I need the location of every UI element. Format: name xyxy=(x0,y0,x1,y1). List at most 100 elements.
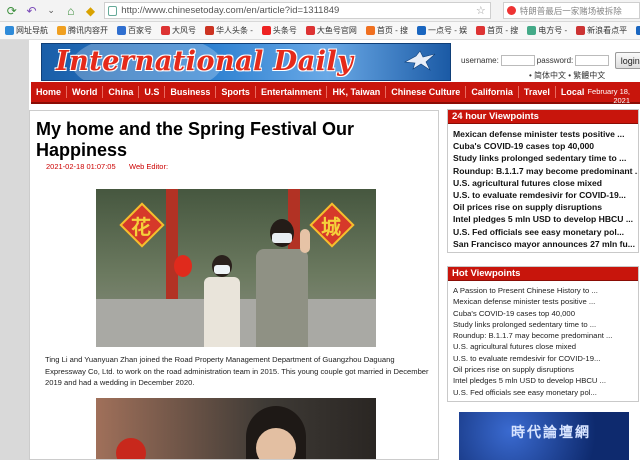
password-label: password: xyxy=(536,56,574,65)
nav-date: February 18, 2021 xyxy=(587,87,630,105)
page-icon xyxy=(108,5,118,16)
nav-item[interactable]: World xyxy=(67,86,104,98)
hot-viewpoint-link[interactable]: Roundup: B.1.1.7 may become predominant … xyxy=(448,330,638,341)
viewpoints-title: 24 hour Viewpoints xyxy=(448,110,638,124)
article-editor: Web Editor: xyxy=(129,162,169,171)
hot-viewpoint-link[interactable]: A Passion to Present Chinese History to … xyxy=(448,285,638,296)
bookmark-label: 电方号 - xyxy=(538,26,568,35)
nav-item[interactable]: Travel xyxy=(519,86,556,98)
bookmark-icon xyxy=(636,26,640,35)
refresh-icon[interactable]: ⟳ xyxy=(4,3,20,19)
viewpoints-list: Mexican defense minister tests positive … xyxy=(448,124,638,250)
address-bar[interactable]: http://www.chinesetoday.com/en/article?i… xyxy=(104,2,491,19)
hot-viewpoint-link[interactable]: Cuba's COVID-19 cases top 40,000 xyxy=(448,308,638,319)
site-logo-text: International Daily xyxy=(56,46,354,77)
site-logo-banner[interactable]: International Daily xyxy=(41,43,451,81)
viewpoint-link[interactable]: Roundup: B.1.1.7 may become predominant … xyxy=(448,165,638,177)
nav-item[interactable]: Sports xyxy=(216,86,256,98)
viewpoint-link[interactable]: Study links prolonged sedentary time to … xyxy=(448,152,638,164)
article-photo[interactable]: 花 城 xyxy=(96,189,376,347)
viewpoints-panel: 24 hour Viewpoints Mexican defense minis… xyxy=(447,109,639,253)
viewpoint-link[interactable]: Oil prices rise on supply disruptions xyxy=(448,201,638,213)
bookmark-icon xyxy=(5,26,14,35)
bookmark-item[interactable]: 华人头条 - xyxy=(205,25,253,36)
hot-viewpoints-title: Hot Viewpoints xyxy=(448,267,638,281)
username-input[interactable] xyxy=(500,55,535,66)
bookmark-label: 头条号 xyxy=(272,26,297,35)
nav-item[interactable]: HK, Taiwan xyxy=(327,86,387,98)
bookmark-item[interactable]: 首页 - 搜 xyxy=(365,25,408,36)
sign-left-char: 花 xyxy=(131,217,151,239)
bookmark-icon xyxy=(527,26,537,35)
nav-item[interactable]: China xyxy=(103,86,140,98)
ad-banner-text: 時代論壇網 xyxy=(511,424,591,440)
bookmark-label: 网址导航 xyxy=(16,26,48,35)
nav-item[interactable]: Entertainment xyxy=(256,86,328,98)
bookmark-item[interactable]: 首页 - 快 xyxy=(636,25,640,36)
hot-viewpoint-link[interactable]: Oil prices rise on supply disruptions xyxy=(448,364,638,375)
language-switch[interactable]: • 简体中文 • 繁體中文 xyxy=(529,70,605,81)
search-text: 特朗普最后一家赌场被拆除 xyxy=(519,5,622,16)
password-input[interactable] xyxy=(575,55,610,66)
bookmark-icon xyxy=(161,26,170,35)
bookmark-item[interactable]: 首页 - 搜 xyxy=(476,25,518,36)
hot-viewpoint-link[interactable]: Intel pledges 5 mln USD to develop HBCU … xyxy=(448,375,638,386)
bookmark-star-icon[interactable]: ☆ xyxy=(476,4,486,17)
article-panel: My home and the Spring Festival Our Happ… xyxy=(29,110,439,460)
bookmark-item[interactable]: 电方号 - xyxy=(527,25,567,36)
bookmark-item[interactable]: 一点号 - 娱 xyxy=(417,25,467,36)
menu-chevron-icon[interactable]: ⌄ xyxy=(43,3,59,19)
article-photo-2[interactable] xyxy=(96,398,376,459)
nav-item[interactable]: Home xyxy=(31,86,68,98)
shield-icon[interactable]: ◆ xyxy=(83,3,99,19)
bookmark-item[interactable]: 百家号 xyxy=(117,25,152,36)
viewpoint-link[interactable]: San Francisco mayor announces 27 mln fu.… xyxy=(448,238,638,250)
bookmark-label: 一点号 - 娱 xyxy=(428,26,468,35)
bookmark-icon xyxy=(305,26,315,35)
login-button[interactable]: login xyxy=(615,52,640,69)
nav-item[interactable]: Chinese Culture xyxy=(386,86,467,98)
login-form: username: password: login xyxy=(461,52,640,69)
hot-viewpoint-link[interactable]: U.S. Fed officials see easy monetary pol… xyxy=(448,387,638,398)
hot-viewpoint-link[interactable]: Study links prolonged sedentary time to … xyxy=(448,319,638,330)
article-title: My home and the Spring Festival Our Happ… xyxy=(36,119,355,160)
bookmark-item[interactable]: 大鱼号官网 xyxy=(305,25,357,36)
nav-item[interactable]: California xyxy=(466,86,519,98)
home-icon[interactable]: ⌂ xyxy=(63,3,79,19)
hot-viewpoint-link[interactable]: U.S. to evaluate remdesivir for COVID-19… xyxy=(448,353,638,364)
viewpoint-link[interactable]: Cuba's COVID-19 cases top 40,000 xyxy=(448,140,638,152)
ad-banner[interactable]: 時代論壇網 xyxy=(459,412,629,460)
sign-right-char: 城 xyxy=(321,217,341,239)
hot-viewpoint-link[interactable]: Mexican defense minister tests positive … xyxy=(448,296,638,307)
url-text: http://www.chinesetoday.com/en/article?i… xyxy=(121,5,340,16)
viewpoint-link[interactable]: U.S. agricultural futures close mixed xyxy=(448,177,638,189)
person-woman xyxy=(202,255,242,347)
nav-item[interactable]: U.S xyxy=(139,86,166,98)
bookmark-icon xyxy=(57,26,66,35)
bookmark-label: 新浪看点平 xyxy=(587,26,628,35)
bookmark-icon xyxy=(417,26,426,35)
browser-toolbar: ⟳ ↶ ⌄ ⌂ ◆ http://www.chinesetoday.com/en… xyxy=(0,0,640,22)
bookmark-item[interactable]: 头条号 xyxy=(261,25,297,36)
bookmark-icon xyxy=(261,26,271,35)
nav-item[interactable]: Business xyxy=(165,86,217,98)
viewpoint-link[interactable]: U.S. Fed officials see easy monetary pol… xyxy=(448,226,638,238)
bookmark-label: 首页 - 搜 xyxy=(487,26,519,35)
bookmark-item[interactable]: 大风号 xyxy=(161,25,196,36)
bookmark-icon xyxy=(205,26,214,35)
bookmarks-bar: 网址导航 腾讯内容开 百家号 大风号 华人头条 - 头条号 大鱼号官网 首页 - 搜 一点号 -… xyxy=(0,22,640,40)
undo-icon[interactable]: ↶ xyxy=(24,3,40,19)
lantern xyxy=(174,255,192,277)
bookmark-item[interactable]: 腾讯内容开 xyxy=(57,25,108,36)
search-engine-icon xyxy=(506,6,516,15)
viewpoint-link[interactable]: Intel pledges 5 mln USD to develop HBCU … xyxy=(448,213,638,225)
bookmark-item[interactable]: 新浪看点平 xyxy=(576,25,627,36)
username-label: username: xyxy=(461,56,499,65)
viewpoint-link[interactable]: U.S. to evaluate remdesivir for COVID-19… xyxy=(448,189,638,201)
bookmark-item[interactable]: 网址导航 xyxy=(5,25,48,36)
browser-search-box[interactable]: 特朗普最后一家赌场被拆除 xyxy=(502,2,640,19)
viewpoint-link[interactable]: Mexican defense minister tests positive … xyxy=(448,128,638,140)
hot-viewpoint-link[interactable]: U.S. agricultural futures close mixed xyxy=(448,341,638,352)
bookmark-label: 百家号 xyxy=(128,26,152,35)
person-man xyxy=(252,219,312,347)
